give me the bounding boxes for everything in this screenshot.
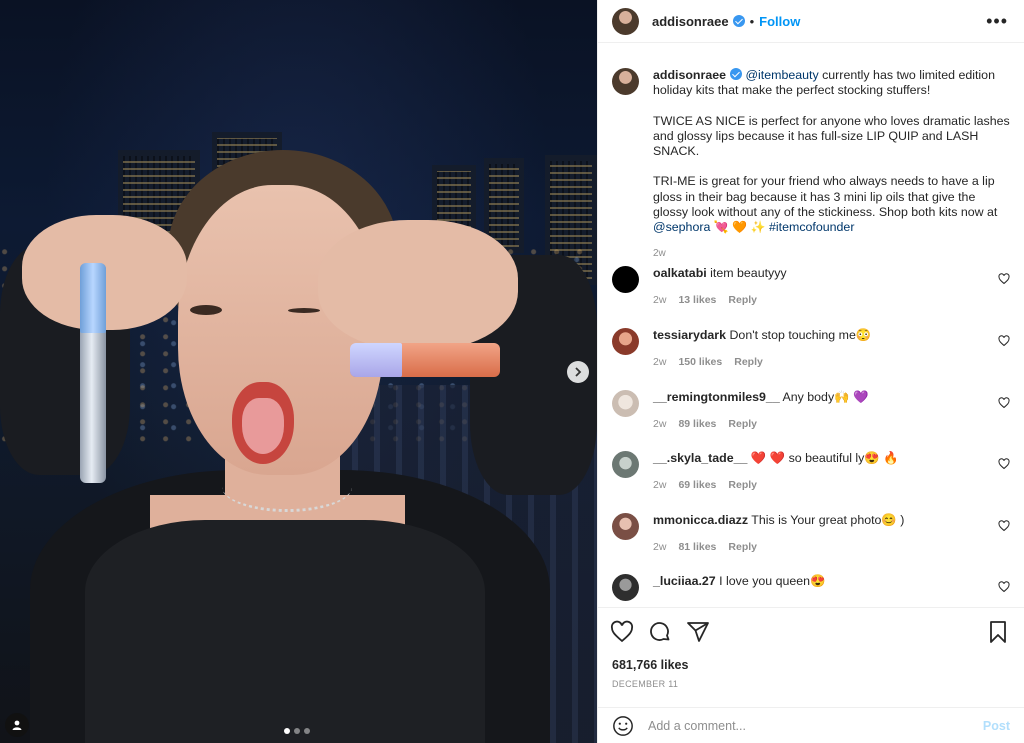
share-icon[interactable] [686,620,710,644]
caption-username[interactable]: addisonraee [653,68,726,82]
comment-text: This is Your great photo😊 ) [751,513,905,527]
caption: addisonraee @itembeauty currently has tw… [612,68,1012,261]
follow-button[interactable]: Follow [759,14,800,29]
comment-likes[interactable]: 150 likes [678,356,722,368]
comment-item: mmonicca.diazz This is Your great photo😊… [612,513,1012,555]
reply-button[interactable]: Reply [728,294,757,306]
likes-count[interactable]: 681,766 likes [612,658,688,672]
comment-text: ❤️ ❤️ so beautiful ly😍 🔥 [750,451,899,465]
left-eye [190,305,222,315]
carousel-dot [284,728,290,734]
caption-time[interactable]: 2w [653,246,1012,261]
tagged-users-button[interactable] [5,713,29,737]
comment-username[interactable]: mmonicca.diazz [653,513,748,527]
comment-text: Any body🙌 💜 [782,390,869,404]
avatar[interactable] [612,7,639,35]
reply-button[interactable]: Reply [728,479,757,491]
comment-likes[interactable]: 89 likes [678,418,716,430]
heart-icon[interactable] [998,520,1010,532]
comment-time[interactable]: 2w [653,418,666,430]
comment-item: __remingtonmiles9__ Any body🙌 💜 2w 89 lik… [612,390,1012,432]
comment-likes[interactable]: 13 likes [678,294,716,306]
comment-username[interactable]: oalkatabi [653,266,707,280]
avatar[interactable] [612,574,639,601]
bookmark-icon[interactable] [986,620,1010,644]
caption-paragraph: TWICE AS NICE is perfect for anyone who … [653,113,1010,159]
comment-input[interactable] [648,718,983,733]
mention-link[interactable]: @sephora [653,220,710,234]
comment-item: __.skyla_tade__ ❤️ ❤️ so beautiful ly😍 🔥… [612,451,1012,493]
tank-top [85,520,485,743]
post-side-panel: addisonraee • Follow ••• addisonraee @it… [597,0,1024,743]
comment-time[interactable]: 2w [653,356,666,368]
emoji-icon[interactable] [612,715,634,737]
caption-text: TRI-ME is great for your friend who alwa… [653,174,998,220]
avatar[interactable] [612,513,639,540]
heart-icon[interactable] [998,335,1010,347]
post-actions: 681,766 likes DECEMBER 11 [598,607,1024,707]
emoji: 💘 [713,220,729,235]
more-icon[interactable]: ••• [986,12,1008,30]
chevron-right-icon [575,367,582,377]
comment-item: tessiarydark Don't stop touching me😳 2w 1… [612,328,1012,370]
heart-icon[interactable] [610,620,634,644]
lip-oil-tube [350,343,500,377]
emoji: 🧡 [732,220,748,235]
carousel-indicator [284,728,310,734]
post-media[interactable] [0,0,597,743]
comment-item: _luciiaa.27 I love you queen😍 [612,574,1012,601]
user-tag-icon [12,720,22,730]
comment-icon[interactable] [648,620,672,644]
heart-icon[interactable] [998,458,1010,470]
comment-item: oalkatabi item beautyyy 2w 13 likes Reply [612,266,1012,308]
post-date[interactable]: DECEMBER 11 [612,679,678,689]
reply-button[interactable]: Reply [734,356,763,368]
comment-text: Don't stop touching me😳 [729,328,872,342]
open-mouth [232,382,294,464]
reply-button[interactable]: Reply [728,541,757,553]
separator: • [749,13,755,29]
comment-likes[interactable]: 69 likes [678,479,716,491]
avatar[interactable] [612,451,639,478]
hashtag-link[interactable]: #itemcofounder [769,220,854,234]
add-comment-bar: Post [598,707,1024,743]
comment-time[interactable]: 2w [653,294,666,306]
carousel-dot [294,728,300,734]
lip-product-tube [80,263,106,483]
verified-icon [730,68,742,80]
verified-icon [732,15,745,27]
comment-username[interactable]: tessiarydark [653,328,726,342]
post-comment-button[interactable]: Post [983,719,1010,733]
comment-text: I love you queen😍 [719,574,826,588]
heart-icon[interactable] [998,397,1010,409]
heart-icon[interactable] [998,273,1010,285]
person-photo [0,0,597,743]
avatar[interactable] [612,390,639,417]
caption-body: addisonraee @itembeauty currently has tw… [653,68,1012,261]
comment-time[interactable]: 2w [653,541,666,553]
comments-scroll-area[interactable]: addisonraee @itembeauty currently has tw… [598,44,1024,606]
avatar[interactable] [612,266,639,293]
post-header: addisonraee • Follow ••• [598,0,1024,43]
right-hand [318,220,518,350]
choker-necklace [222,462,352,512]
mention-link[interactable]: @itembeauty [745,68,818,82]
header-username[interactable]: addisonraee [652,14,729,29]
avatar[interactable] [612,328,639,355]
heart-icon[interactable] [998,581,1010,593]
reply-button[interactable]: Reply [728,418,757,430]
comment-username[interactable]: __.skyla_tade__ [653,451,747,465]
comment-username[interactable]: _luciiaa.27 [653,574,716,588]
carousel-next-button[interactable] [567,361,589,383]
carousel-dot [304,728,310,734]
avatar[interactable] [612,68,639,95]
comment-likes[interactable]: 81 likes [678,541,716,553]
right-eye-wink [288,308,320,313]
emoji: ✨ [750,220,766,235]
comment-username[interactable]: __remingtonmiles9__ [653,390,780,404]
comment-text: item beautyyy [710,266,787,280]
comment-time[interactable]: 2w [653,479,666,491]
